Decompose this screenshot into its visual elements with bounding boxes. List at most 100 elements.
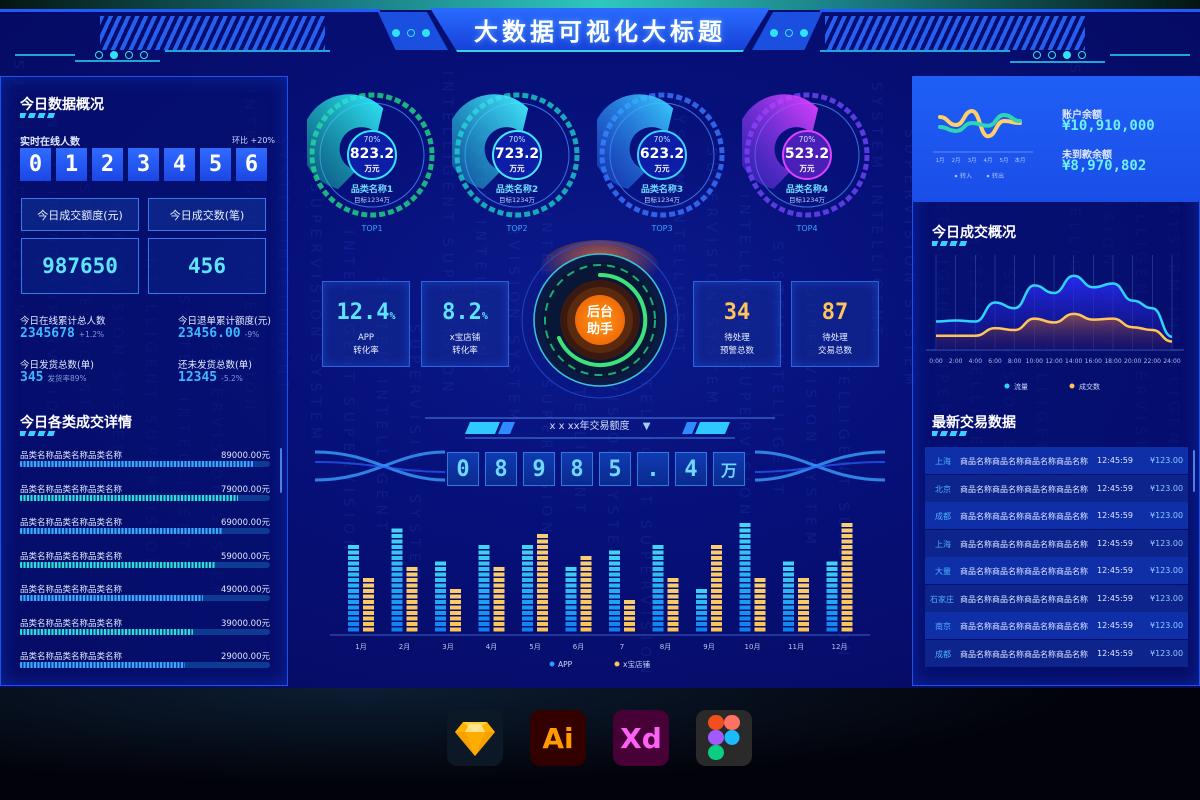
category-row: 品类名称品类名称品类名称 89000.00元 (20, 449, 270, 469)
transaction-time: 12:45:59 (1097, 648, 1133, 658)
kpi-suffix: % (389, 311, 396, 322)
x-tick-label: 2月 (399, 643, 410, 651)
bar-app (391, 528, 403, 632)
transaction-amount: ¥123.00 (1150, 621, 1184, 630)
category-bar-fill (20, 528, 223, 534)
assistant-button[interactable]: 后台 助手 (515, 240, 685, 400)
kpi-number: 12.4 (336, 300, 390, 325)
header-line-right-2 (1010, 61, 1105, 63)
transaction-row[interactable]: 大量 商品名称商品名称商品名称商品名称 12:45:59 ¥123.00 (925, 557, 1188, 584)
bar-app (609, 550, 620, 632)
x-tick-label: 7 (620, 643, 624, 651)
counter-digit: . (637, 452, 669, 486)
gauge-rank: TOP3 (651, 224, 673, 233)
stat-label: 今日在线累计总人数 (20, 316, 106, 327)
background-letter-column: SUPERVISION SYSTEM (307, 183, 323, 445)
category-row: 品类名称品类名称品类名称 69000.00元 (20, 516, 270, 536)
sketch-icon (447, 710, 503, 766)
transaction-scrollbar[interactable] (1193, 450, 1195, 492)
bar-app (348, 545, 359, 632)
bar-app (478, 545, 490, 632)
stat-label: 还未发货总数(单) (178, 360, 252, 371)
category-value: 69000.00元 (220, 518, 270, 528)
category-row: 品类名称品类名称品类名称 29000.00元 (20, 650, 270, 670)
amount-label: 今日成交额度(元) (21, 198, 139, 231)
legend-label: APP (558, 660, 573, 669)
header-stripes-left (100, 16, 325, 50)
x-tick-label: 12月 (832, 643, 848, 651)
category-row: 品类名称品类名称品类名称 39000.00元 (20, 617, 270, 637)
bar-store (711, 545, 722, 632)
header-line-left-2 (75, 60, 160, 62)
header-line-right (820, 50, 1010, 52)
gauge-value: 723.2 (494, 146, 540, 162)
title-decoration (932, 431, 968, 436)
bar-store (406, 567, 418, 632)
online-label: 实时在线人数 (20, 137, 80, 148)
header-stripes-right (825, 16, 1085, 50)
dashboard-screen: SUPERVISION SYSTEM INTELLIGENT SUPERVISIO… (0, 0, 1200, 688)
title-plate: 大数据可视化大标题 (430, 8, 770, 52)
bar-app (739, 523, 751, 632)
transaction-row[interactable]: 石家庄 商品名称商品名称商品名称商品名称 12:45:59 ¥123.00 (925, 584, 1188, 612)
x-tick-label: 6月 (573, 643, 584, 651)
gauge-unit: 万元 (509, 164, 525, 173)
counter-digit: 5 (599, 452, 631, 486)
transaction-amount: ¥123.00 (1150, 648, 1184, 658)
kpi-card-value: 34 (694, 300, 780, 325)
gauge-target: 目标1234万 (788, 196, 826, 204)
assistant-label-2: 助手 (587, 321, 613, 337)
transaction-city: 上海 (935, 457, 951, 466)
legend-label: x宝店铺 (623, 659, 650, 669)
kpi-card: 12.4% APP 转化率 (322, 281, 410, 367)
gauge-target: 目标1234万 (498, 196, 536, 204)
bar-app (435, 561, 446, 632)
bar-store (537, 534, 548, 632)
transaction-city: 上海 (935, 539, 951, 549)
count-label: 今日成交数(笔) (148, 198, 266, 231)
x-tick-label: 本月 (1014, 156, 1025, 164)
page-title: 大数据可视化大标题 (474, 17, 726, 46)
kpi-card-value: 12.4% (323, 300, 409, 325)
kpi-number: 87 (821, 300, 849, 325)
daily-area-chart: 0:00 2:00 4:00 6:00 8:00 10:00 12:00 14:00 16:00… (926, 255, 1184, 391)
kpi-card-value: 87 (792, 300, 878, 325)
bottom-strip (0, 688, 1200, 800)
bar-store (363, 578, 374, 632)
bar-store (493, 567, 505, 632)
x-tick-label: 16:00 (1085, 358, 1102, 365)
transaction-amount: ¥123.00 (1150, 483, 1184, 493)
year-dropdown[interactable]: x x xx年交易额度 ▼ (520, 417, 680, 437)
x-tick-label: 24:00 (1163, 358, 1180, 365)
category-row: 品类名称品类名称品类名称 79000.00元 (20, 483, 270, 503)
x-tick-label: 11月 (788, 643, 804, 651)
bar-store (580, 556, 592, 632)
gauge-percent: 70% (653, 135, 671, 144)
x-tick-label: 2月 (952, 157, 961, 164)
kpi-number: 34 (723, 300, 751, 325)
category-bar-fill (20, 561, 215, 568)
title-dots-left (392, 29, 430, 37)
transaction-row[interactable]: 上海 商品名称商品名称商品名称商品名称 12:45:59 ¥123.00 (925, 447, 1188, 474)
transaction-amount: ¥123.00 (1150, 456, 1184, 465)
transaction-city: 北京 (935, 484, 951, 494)
counter-digit: 8 (485, 452, 517, 486)
transaction-city: 成都 (935, 512, 951, 521)
bar-app (783, 561, 794, 632)
x-tick-label: 3月 (442, 643, 453, 651)
transaction-row[interactable]: 北京 商品名称商品名称商品名称商品名称 12:45:59 ¥123.00 (925, 474, 1188, 502)
category-scrollbar[interactable] (280, 448, 282, 493)
transaction-row[interactable]: 成都 商品名称商品名称商品名称商品名称 12:45:59 ¥123.00 (925, 639, 1188, 667)
transaction-product: 商品名称商品名称商品名称商品名称 (960, 539, 1088, 549)
transaction-row[interactable]: 南京 商品名称商品名称商品名称商品名称 12:45:59 ¥123.00 (925, 612, 1188, 639)
transaction-row[interactable]: 上海 商品名称商品名称商品名称商品名称 12:45:59 ¥123.00 (925, 529, 1188, 557)
transaction-amount: ¥123.00 (1150, 538, 1184, 548)
x-tick-label: 4月 (486, 643, 497, 651)
transaction-row[interactable]: 成都 商品名称商品名称商品名称商品名称 12:45:59 ¥123.00 (925, 502, 1188, 529)
header-line-left (15, 54, 75, 56)
monthly-bar-chart: 1月 2月 3月 4月 5月 6月 7 8月 9月 10月 11月 12月 APP x宝店铺 (330, 523, 870, 669)
category-row: 品类名称品类名称品类名称 59000.00元 (20, 550, 270, 570)
transaction-city: 大量 (935, 567, 951, 576)
legend-marker (1004, 383, 1010, 389)
category-value: 59000.00元 (220, 551, 270, 562)
